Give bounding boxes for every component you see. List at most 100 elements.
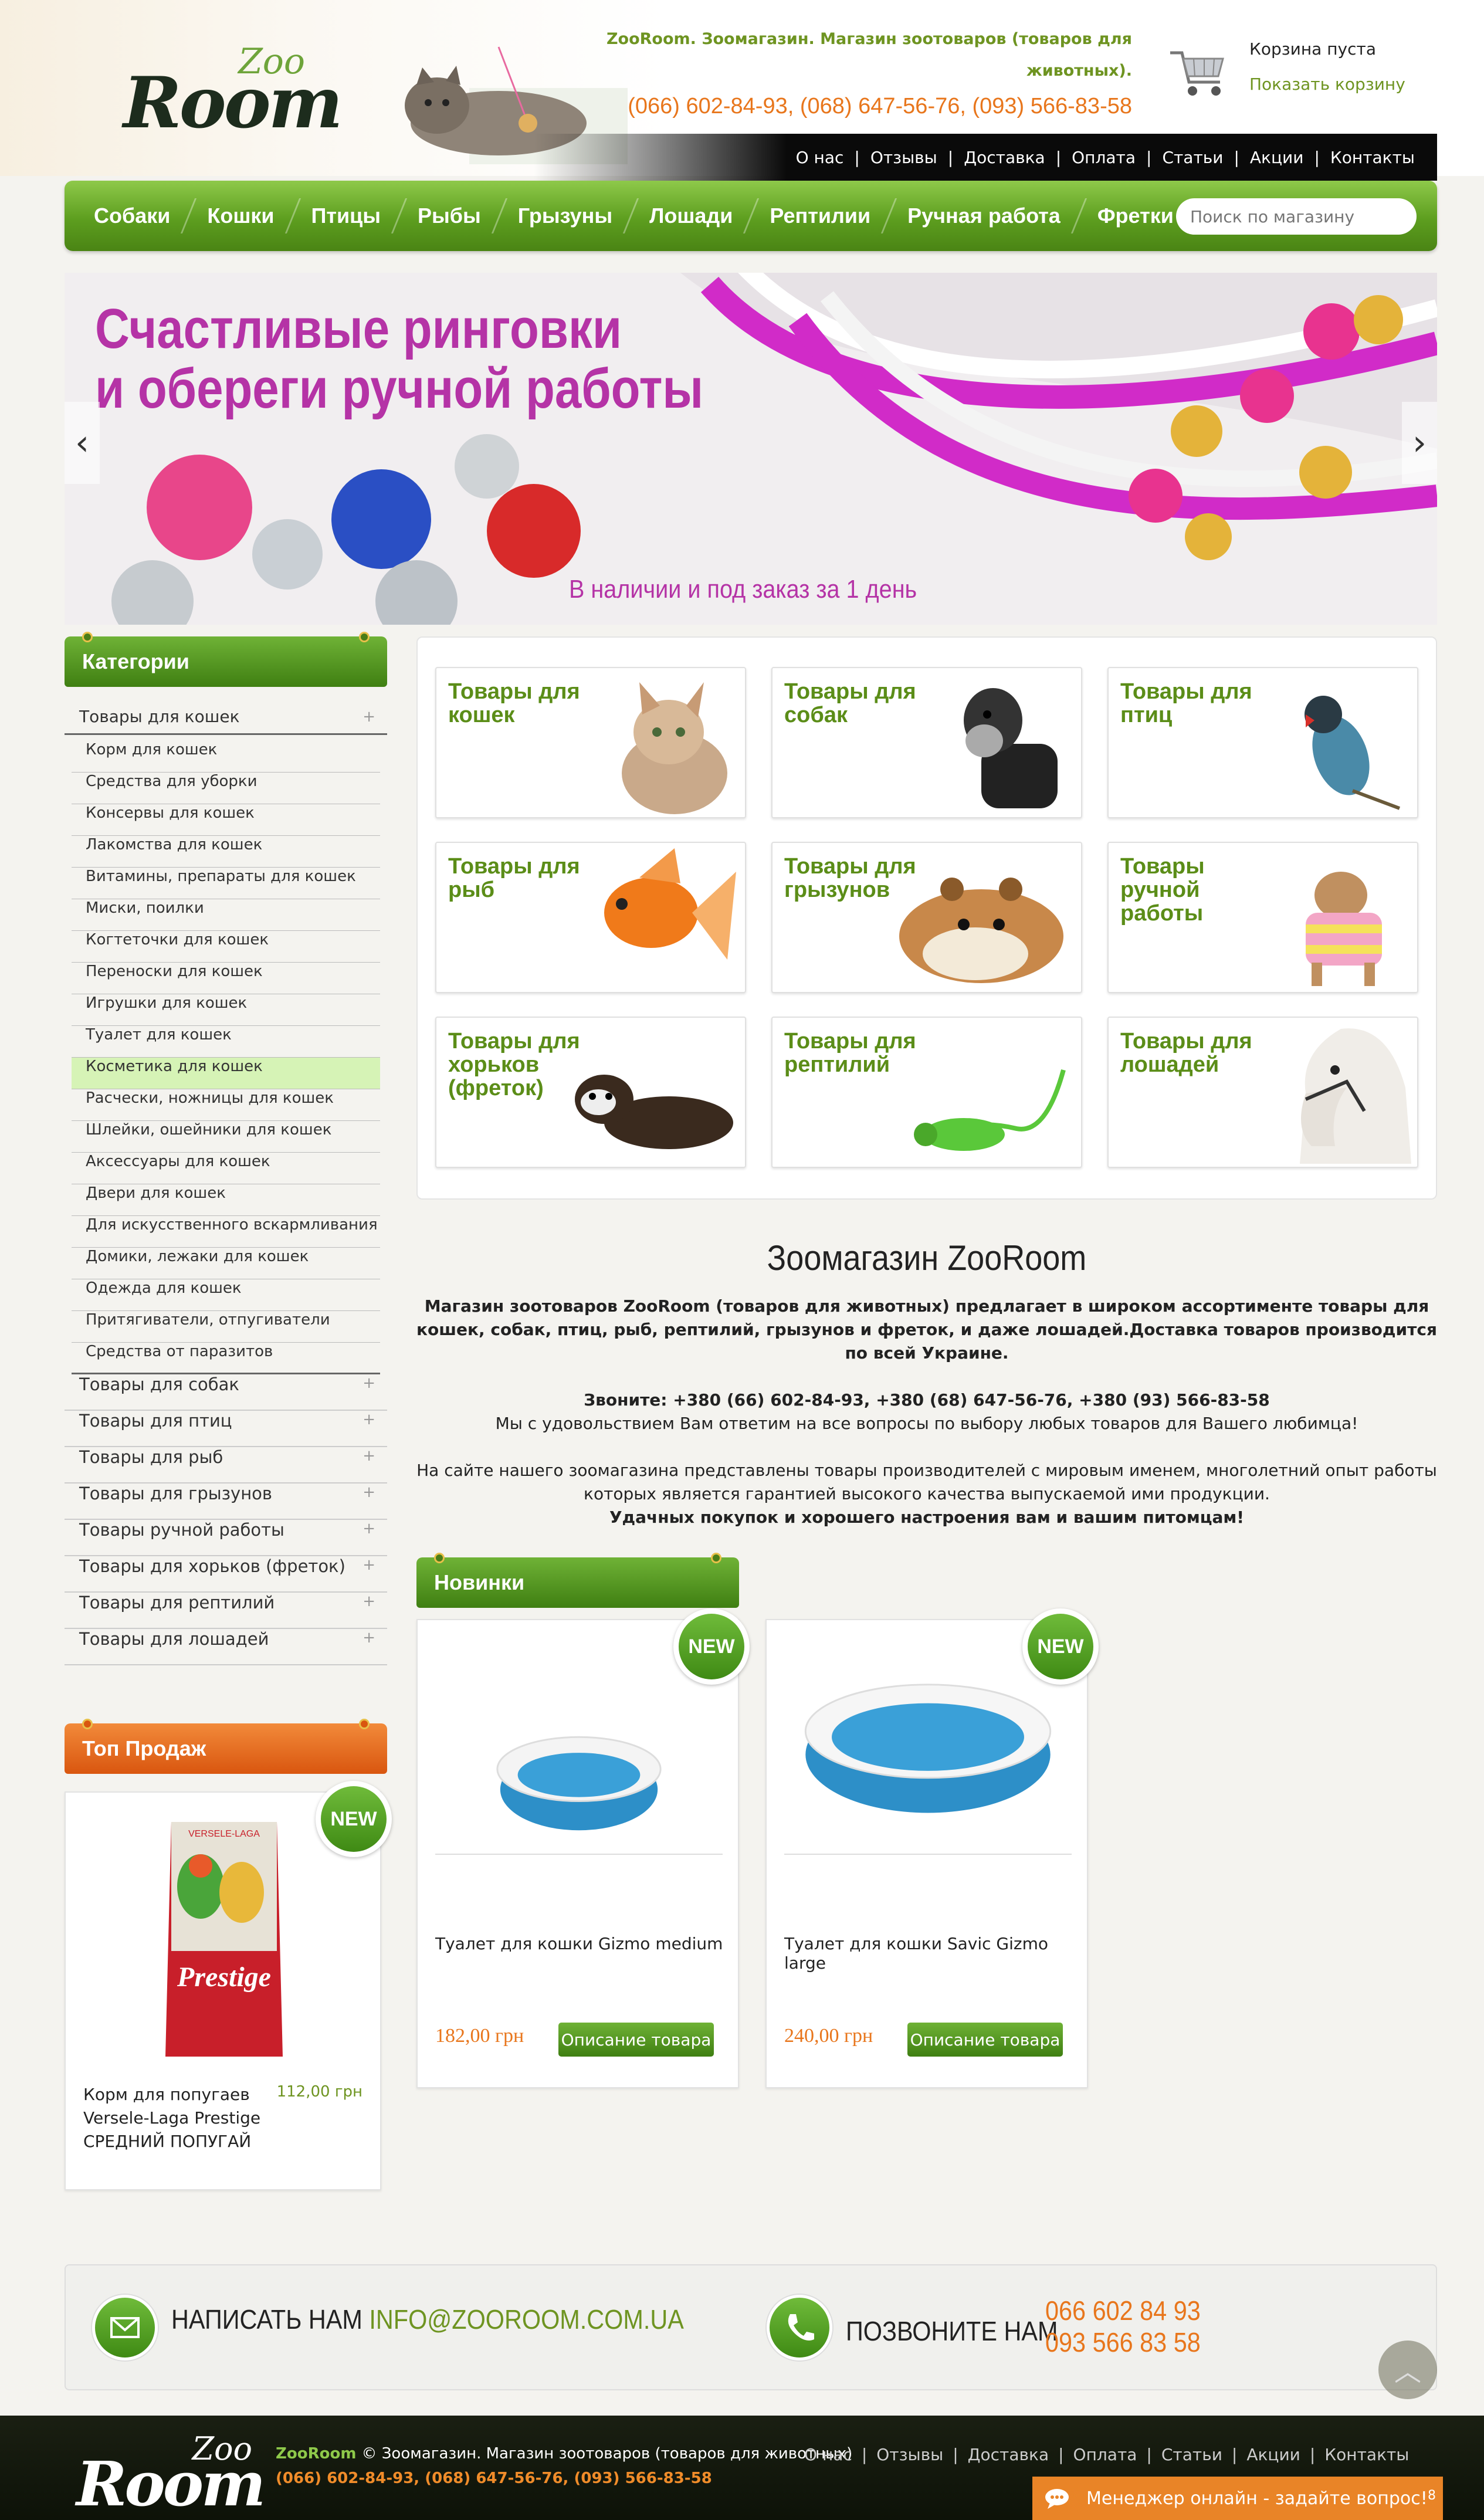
nav-cats[interactable]: Кошки <box>189 204 292 228</box>
tile-horses[interactable]: Товары для лошадей <box>1107 1017 1418 1168</box>
category-item[interactable]: Товары для грызунов + <box>65 1483 387 1520</box>
call-phone[interactable]: 093 566 83 58 <box>1045 2326 1201 2358</box>
search-input[interactable] <box>1176 198 1417 235</box>
top-nav-delivery[interactable]: Доставка <box>953 148 1055 167</box>
product-card[interactable]: NEW Туалет для кошки Savic Gizmo large 2… <box>765 1608 1099 2088</box>
nav-handmade[interactable]: Ручная работа <box>890 204 1078 228</box>
plus-icon[interactable]: + <box>362 1374 375 1392</box>
top-nav-articles[interactable]: Статьи <box>1151 148 1234 167</box>
plus-icon[interactable]: + <box>362 1556 375 1574</box>
subcategory-item[interactable]: Корм для кошек <box>72 741 380 773</box>
footer-nav-payment[interactable]: Оплата <box>1064 2445 1147 2464</box>
subcategory-item[interactable]: Домики, лежаки для кошек <box>72 1248 380 1279</box>
subcategory-item[interactable]: Миски, поилки <box>72 899 380 931</box>
nav-dogs[interactable]: Собаки <box>76 204 188 228</box>
online-chat-button[interactable]: Менеджер онлайн - задайте вопрос! 8 <box>1032 2477 1443 2520</box>
top-nav-contacts[interactable]: Контакты <box>1320 148 1425 167</box>
category-item[interactable]: Товары для лошадей + <box>65 1629 387 1665</box>
footer-logo[interactable]: Zoo Room <box>76 2430 270 2520</box>
top-nav-reviews[interactable]: Отзывы <box>860 148 948 167</box>
subcategory-item[interactable]: Витамины, препараты для кошек <box>72 868 380 899</box>
tile-label: Товары для собак <box>784 679 916 727</box>
subcategory-item[interactable]: Одежда для кошек <box>72 1279 380 1311</box>
banner-slider[interactable]: Счастливые ринговки и обереги ручной раб… <box>65 273 1437 625</box>
category-item[interactable]: Товары для рептилий + <box>65 1593 387 1629</box>
nav-fish[interactable]: Рыбы <box>400 204 499 228</box>
subcategory-item[interactable]: Расчески, ножницы для кошек <box>72 1089 380 1121</box>
scroll-to-top-button[interactable]: ︿ <box>1378 2341 1437 2399</box>
subcategory-item[interactable]: Игрушки для кошек <box>72 994 380 1026</box>
footer-nav-about[interactable]: О нас <box>795 2445 862 2464</box>
tile-dogs[interactable]: Товары для собак <box>771 667 1082 818</box>
nav-birds[interactable]: Птицы <box>294 204 399 228</box>
tile-rodents[interactable]: Товары для грызунов <box>771 842 1082 993</box>
tile-ferrets[interactable]: Товары для хорьков (фреток) <box>435 1017 746 1168</box>
nav-horses[interactable]: Лошади <box>632 204 750 228</box>
tile-fish[interactable]: Товары для рыб <box>435 842 746 993</box>
top-sales: Топ Продаж NEW VERSELE-LAGA Prestige Кор… <box>65 1719 392 2190</box>
category-cats[interactable]: Товары для кошек + <box>65 699 387 735</box>
logo[interactable]: Zoo Room <box>123 41 343 144</box>
top-product-card[interactable]: NEW VERSELE-LAGA Prestige Корм для попуг… <box>65 1781 392 2190</box>
subcategory-item[interactable]: Двери для кошек <box>72 1184 380 1216</box>
subcategory-item[interactable]: Притягиватели, отпугиватели <box>72 1311 380 1343</box>
nav-ferrets[interactable]: Фретки <box>1080 204 1191 228</box>
tile-reptiles[interactable]: Товары для рептилий <box>771 1017 1082 1168</box>
top-sales-title: Топ Продаж <box>82 1736 206 1760</box>
subcategory-item[interactable]: Шлейки, ошейники для кошек <box>72 1121 380 1153</box>
product-description-button[interactable]: Описание товара <box>907 2023 1063 2057</box>
footer-nav-contacts[interactable]: Контакты <box>1315 2445 1418 2464</box>
top-product-name[interactable]: Корм для попугаев Versele-Laga Prestige … <box>83 2083 271 2153</box>
subcategory-item-active[interactable]: Косметика для кошек <box>72 1058 380 1089</box>
call-phone[interactable]: 066 602 84 93 <box>1045 2295 1201 2326</box>
show-cart-link[interactable]: Показать корзину <box>1249 74 1405 94</box>
category-item[interactable]: Товары для хорьков (фреток) + <box>65 1556 387 1593</box>
slider-next-arrow[interactable]: › <box>1402 402 1437 484</box>
plus-icon[interactable]: + <box>362 1411 375 1428</box>
about-paragraph: Магазин зоотоваров ZooRoom (товаров для … <box>416 1296 1437 1363</box>
category-item[interactable]: Товары ручной работы + <box>65 1520 387 1556</box>
cart-widget[interactable]: Корзина пуста Показать корзину <box>1164 32 1411 114</box>
nav-reptiles[interactable]: Рептилии <box>752 204 888 228</box>
dressed-dog-image <box>1306 872 1382 986</box>
subcategory-item[interactable]: Средства для уборки <box>72 773 380 804</box>
top-nav-promos[interactable]: Акции <box>1239 148 1314 167</box>
ferret-image <box>575 1075 733 1149</box>
category-item[interactable]: Товары для рыб + <box>65 1447 387 1483</box>
footer-nav-reviews[interactable]: Отзывы <box>867 2445 953 2464</box>
subcategory-item[interactable]: Средства от паразитов <box>72 1343 380 1374</box>
product-description-button[interactable]: Описание товара <box>558 2023 714 2057</box>
category-item[interactable]: Товары для собак + <box>65 1374 387 1411</box>
cart-icon <box>1170 51 1224 96</box>
slider-prev-arrow[interactable]: ‹ <box>65 402 100 484</box>
subcategory-item[interactable]: Туалет для кошек <box>72 1026 380 1058</box>
plus-icon[interactable]: + <box>362 1593 375 1610</box>
footer-nav-promos[interactable]: Акции <box>1237 2445 1310 2464</box>
nav-rodents[interactable]: Грызуны <box>500 204 630 228</box>
plus-icon[interactable]: + <box>362 699 375 735</box>
subcategory-item[interactable]: Лакомства для кошек <box>72 836 380 868</box>
plus-icon[interactable]: + <box>362 1520 375 1537</box>
subcategory-item[interactable]: Консервы для кошек <box>72 804 380 836</box>
product-name[interactable]: Туалет для кошки Savic Gizmo large <box>784 1934 1087 1973</box>
footer-nav-articles[interactable]: Статьи <box>1152 2445 1232 2464</box>
footer-nav-delivery[interactable]: Доставка <box>958 2445 1058 2464</box>
tile-birds[interactable]: Товары для птиц <box>1107 667 1418 818</box>
subcategory-item[interactable]: Когтеточки для кошек <box>72 931 380 963</box>
about-paragraph: На сайте нашего зоомагазина представлены… <box>416 1461 1437 1503</box>
category-item[interactable]: Товары для птиц + <box>65 1411 387 1447</box>
plus-icon[interactable]: + <box>362 1447 375 1465</box>
product-card[interactable]: NEW Туалет для кошки Gizmo medium 182,00… <box>416 1608 750 2088</box>
tile-handmade[interactable]: Товары ручной работы <box>1107 842 1418 993</box>
write-us[interactable]: НАПИСАТЬ НАМ INFO@ZOOROOM.COM.UA <box>171 2304 684 2335</box>
top-nav-payment[interactable]: Оплата <box>1061 148 1146 167</box>
email-link[interactable]: INFO@ZOOROOM.COM.UA <box>369 2304 684 2335</box>
plus-icon[interactable]: + <box>362 1483 375 1501</box>
product-name[interactable]: Туалет для кошки Gizmo medium <box>435 1934 723 1953</box>
plus-icon[interactable]: + <box>362 1629 375 1647</box>
subcategory-item[interactable]: Аксессуары для кошек <box>72 1153 380 1184</box>
subcategory-item[interactable]: Для искусственного вскармливания <box>72 1216 380 1248</box>
top-nav-about[interactable]: О нас <box>785 148 855 167</box>
subcategory-item[interactable]: Переноски для кошек <box>72 963 380 994</box>
tile-cats[interactable]: Товары для кошек <box>435 667 746 818</box>
